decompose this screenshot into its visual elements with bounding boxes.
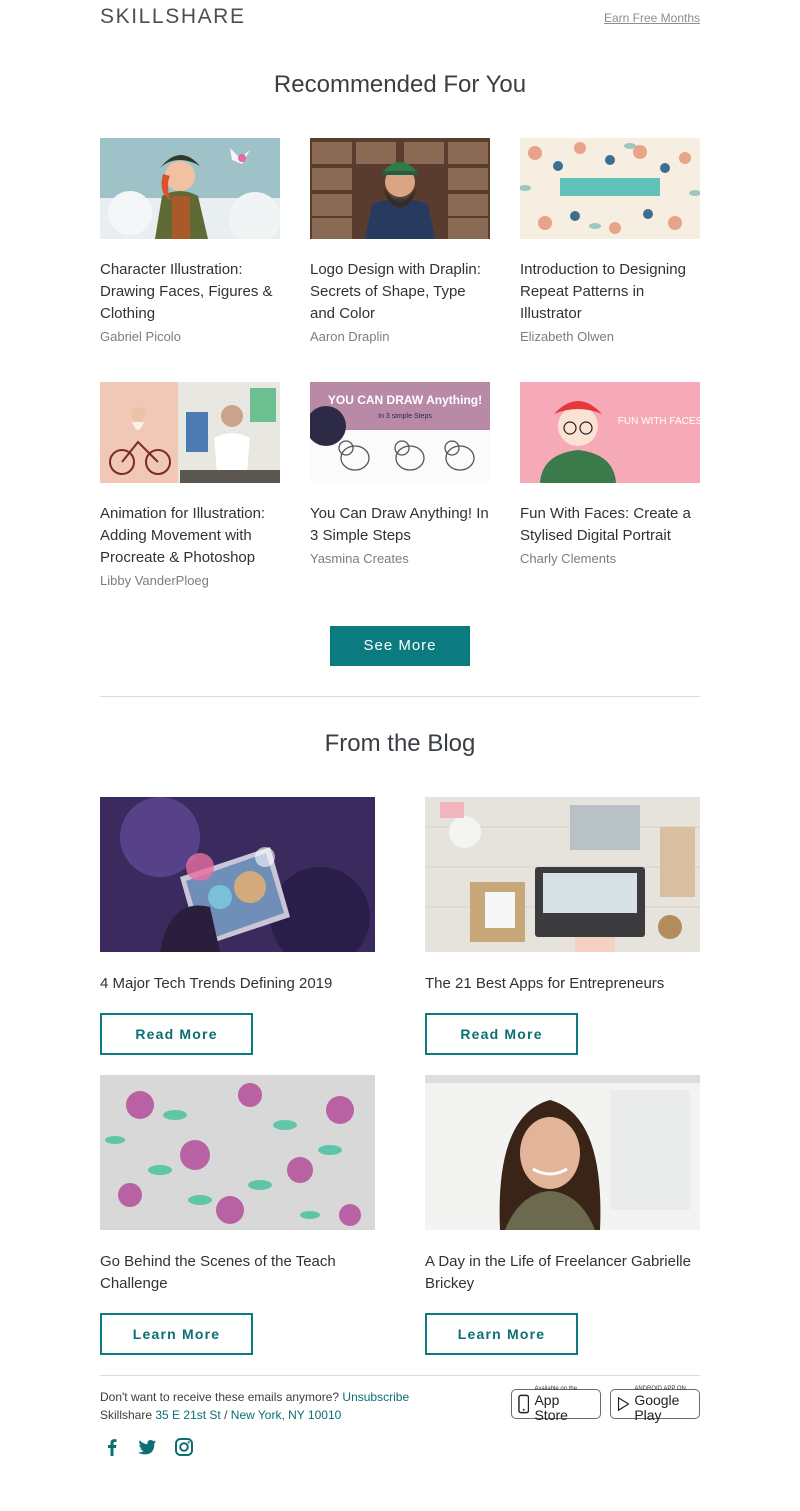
blog-thumbnail[interactable]	[425, 797, 700, 952]
blog-card-tech-trends[interactable]: 4 Major Tech Trends Defining 2019	[100, 797, 375, 995]
blog-thumbnail[interactable]	[100, 1075, 375, 1230]
course-author: Yasmina Creates	[310, 551, 409, 566]
blog-post-title[interactable]: A Day in the Life of Freelancer Gabriell…	[425, 1251, 700, 1295]
twitter-icon[interactable]	[136, 1436, 158, 1458]
skillshare-logo[interactable]: SKILLSHARE	[100, 5, 246, 29]
footer-divider	[100, 1375, 700, 1376]
play-icon	[617, 1396, 630, 1412]
course-title[interactable]: Character Illustration: Drawing Faces, F…	[100, 259, 280, 325]
instagram-icon[interactable]	[173, 1436, 195, 1458]
google-play-big: Google Play	[634, 1391, 680, 1423]
blog-card-teach-challenge[interactable]: Go Behind the Scenes of the Teach Challe…	[100, 1075, 375, 1295]
facebook-icon[interactable]	[101, 1436, 123, 1458]
course-thumbnail[interactable]	[100, 138, 280, 239]
course-card-logo-design[interactable]: Logo Design with Draplin: Secrets of Sha…	[310, 138, 490, 344]
address-line: Skillshare 35 E 21st St / New York, NY 1…	[100, 1408, 341, 1422]
course-author: Charly Clements	[520, 551, 617, 566]
blog-card-apps-entrepreneurs[interactable]: The 21 Best Apps for Entrepreneurs	[425, 797, 700, 995]
course-title[interactable]: You Can Draw Anything! In 3 Simple Steps	[310, 503, 490, 547]
course-title[interactable]: Fun With Faces: Create a Stylised Digita…	[520, 503, 700, 547]
app-store-badge[interactable]: Available on the App Store	[511, 1386, 601, 1422]
course-title[interactable]: Logo Design with Draplin: Secrets of Sha…	[310, 259, 490, 325]
address-separator: /	[224, 1408, 228, 1422]
blog-title: From the Blog	[324, 730, 476, 757]
course-thumbnail[interactable]	[520, 138, 700, 239]
course-thumbnail[interactable]: YOU CAN DRAW Anything! In 3 simple Steps	[310, 382, 490, 483]
blog-post-title[interactable]: Go Behind the Scenes of the Teach Challe…	[100, 1251, 375, 1295]
thumb-faces-text: FUN WITH FACES	[618, 416, 700, 427]
thumb-headline: YOU CAN DRAW Anything!	[328, 393, 482, 407]
course-card-fun-with-faces[interactable]: FUN WITH FACES Fun With Faces: Create a …	[520, 382, 700, 566]
course-thumbnail[interactable]: FUN WITH FACES	[520, 382, 700, 483]
blog-thumbnail[interactable]	[425, 1075, 700, 1230]
thumb-subline: In 3 simple Steps	[378, 413, 432, 420]
earn-free-months-link[interactable]: Earn Free Months	[604, 11, 700, 25]
unsubscribe-link[interactable]: Unsubscribe	[342, 1390, 409, 1404]
course-author: Aaron Draplin	[310, 329, 390, 344]
street-address-link[interactable]: 35 E 21st St	[155, 1408, 220, 1422]
blog-post-title[interactable]: The 21 Best Apps for Entrepreneurs	[425, 973, 700, 995]
course-thumbnail[interactable]	[100, 382, 280, 483]
course-author: Gabriel Picolo	[100, 329, 181, 344]
google-play-badge[interactable]: ANDROID APP ON Google Play	[610, 1386, 700, 1422]
course-title[interactable]: Animation for Illustration: Adding Movem…	[100, 503, 280, 569]
course-thumbnail[interactable]	[310, 138, 490, 239]
course-title[interactable]: Introduction to Designing Repeat Pattern…	[520, 259, 700, 325]
blog-card-freelancer[interactable]: A Day in the Life of Freelancer Gabriell…	[425, 1075, 700, 1295]
learn-more-button[interactable]: Learn More	[100, 1313, 253, 1355]
read-more-button[interactable]: Read More	[100, 1013, 253, 1055]
course-card-repeat-patterns[interactable]: Introduction to Designing Repeat Pattern…	[520, 138, 700, 344]
recommended-title: Recommended For You	[273, 71, 527, 98]
course-card-animation[interactable]: Animation for Illustration: Adding Movem…	[100, 382, 280, 588]
section-divider	[100, 696, 700, 697]
course-card-character-illustration[interactable]: Character Illustration: Drawing Faces, F…	[100, 138, 280, 344]
phone-icon	[518, 1394, 530, 1414]
email-header: SKILLSHARE Earn Free Months	[100, 0, 700, 40]
company-name: Skillshare	[100, 1408, 153, 1422]
course-card-draw-anything[interactable]: YOU CAN DRAW Anything! In 3 simple Steps…	[310, 382, 490, 566]
blog-thumbnail[interactable]	[100, 797, 375, 952]
unsubscribe-line: Don't want to receive these emails anymo…	[100, 1390, 409, 1404]
city-address-link[interactable]: New York, NY 10010	[231, 1408, 342, 1422]
course-author: Elizabeth Olwen	[520, 329, 614, 344]
unsubscribe-prefix: Don't want to receive these emails anymo…	[100, 1390, 340, 1404]
app-store-big: App Store	[534, 1391, 568, 1423]
course-author: Libby VanderPloeg	[100, 573, 209, 588]
see-more-button[interactable]: See More	[330, 626, 470, 666]
learn-more-button[interactable]: Learn More	[425, 1313, 578, 1355]
read-more-button[interactable]: Read More	[425, 1013, 578, 1055]
blog-post-title[interactable]: 4 Major Tech Trends Defining 2019	[100, 973, 375, 995]
